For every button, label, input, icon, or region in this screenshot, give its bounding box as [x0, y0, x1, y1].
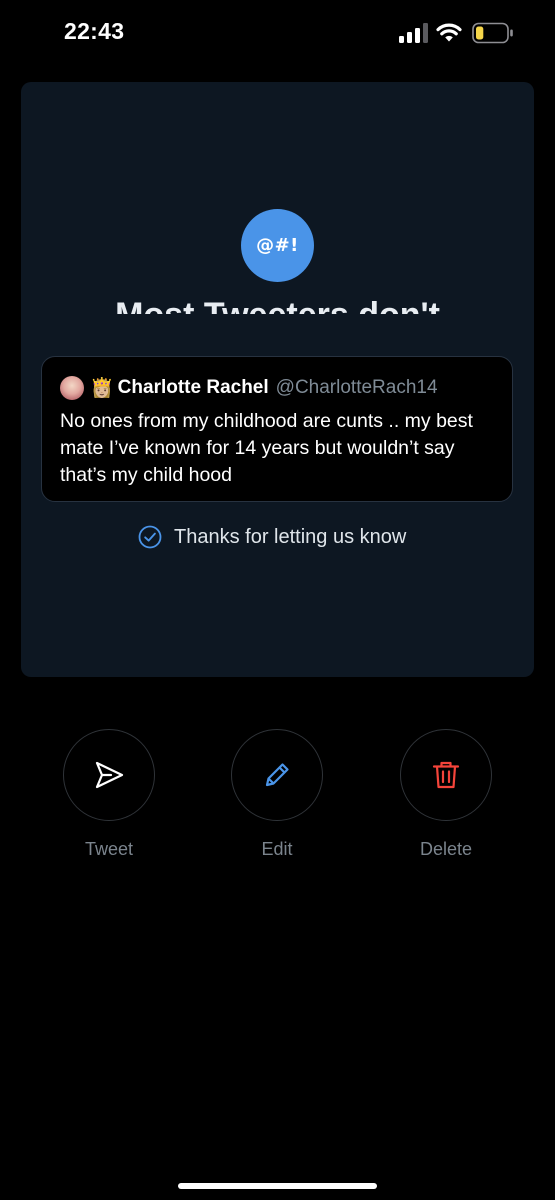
- pencil-icon: [265, 763, 289, 787]
- tweet-label: Tweet: [84, 839, 134, 859]
- report-confirmation-card: @#! Most Tweeters don't 👸🏼 Charlotte Rac…: [21, 82, 534, 677]
- avatar: [60, 376, 84, 400]
- delete-label: Delete: [419, 839, 473, 859]
- home-indicator[interactable]: [178, 1183, 377, 1189]
- status-time: 22:43: [64, 18, 125, 44]
- status-bar: 22:43: [0, 0, 555, 68]
- edit-label: Edit: [261, 839, 293, 859]
- wifi-icon: [436, 23, 462, 42]
- confirmation-text: Thanks for letting us know: [174, 525, 407, 548]
- quoted-tweet[interactable]: 👸🏼 Charlotte Rachel @CharlotteRach14 No …: [41, 356, 513, 502]
- author-name: Charlotte Rachel: [117, 377, 269, 398]
- battery-low-icon: [472, 22, 513, 44]
- author-emoji: 👸🏼: [90, 377, 114, 399]
- card-heading: Most Tweeters don't: [21, 296, 534, 314]
- delete-button[interactable]: [400, 729, 492, 821]
- confirmation-message: Thanks for letting us know: [138, 523, 406, 551]
- tweet-text: No ones from my childhood are cunts .. m…: [60, 410, 473, 486]
- edit-action[interactable]: Edit: [230, 729, 324, 860]
- battery-level-fill: [476, 26, 484, 40]
- tweet-header: 👸🏼 Charlotte Rachel @CharlotteRach14: [60, 375, 438, 401]
- trash-icon: [432, 761, 460, 789]
- author-handle: @CharlotteRach14: [275, 377, 438, 398]
- badge-text: @#!: [256, 235, 299, 256]
- send-icon: [95, 761, 124, 789]
- card-heading-clip: Most Tweeters don't: [21, 294, 534, 314]
- tweet-action[interactable]: Tweet: [62, 729, 156, 860]
- profanity-badge: @#!: [241, 209, 314, 282]
- tweet-button[interactable]: [63, 729, 155, 821]
- edit-button[interactable]: [231, 729, 323, 821]
- delete-action[interactable]: Delete: [399, 729, 493, 860]
- check-circle-icon: [138, 525, 162, 549]
- cellular-signal-icon: [399, 23, 428, 43]
